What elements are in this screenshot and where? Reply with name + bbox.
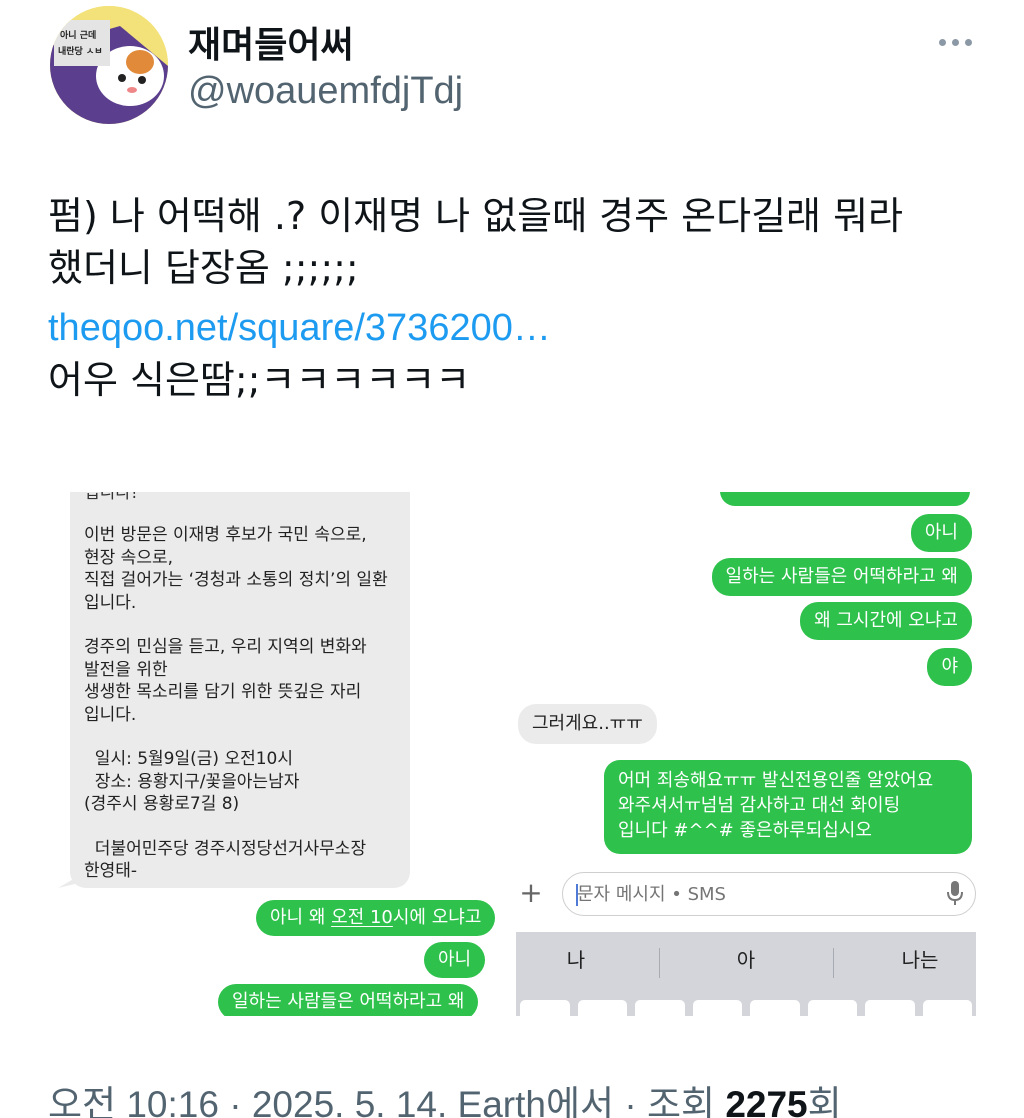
dot-icon [964,38,972,46]
announcement-blank [84,614,396,636]
keyboard-key[interactable] [577,1000,627,1016]
announcement-line: 경주의 민심을 듣고, 우리 지역의 변화와 [84,637,367,657]
cut-off-text: 입니다! [84,492,138,503]
keyboard-key[interactable] [635,1000,685,1016]
outgoing-message-bubble: 아니 왜 오전 10시에 오냐고 [256,900,496,936]
outgoing-message-bubble: 아니 [424,942,486,978]
cut-off-outgoing-bubble [720,492,970,506]
announcement-line: 입니다. [84,592,137,613]
outgoing-message-bubble: 일하는 사람들은 어떡하라고 왜 [711,558,972,596]
reply-line: 와주셔서ㅠ넘넘 감사하고 대선 화이팅 [618,795,901,816]
keyboard-key[interactable] [520,1000,570,1016]
display-name[interactable]: 재며들어써 [188,16,354,68]
add-attachment-button[interactable]: + [516,878,546,908]
keyboard-key-row [516,1000,976,1016]
keyboard[interactable]: 나 아 나는 [516,932,976,1016]
microphone-icon[interactable] [946,880,964,906]
sms-input[interactable] [562,872,976,916]
message-composer: + [516,870,976,920]
message-underlined-text: 오전 10 [331,907,393,928]
announcement-line: 현장 속으로, [84,547,174,568]
announcement-line: 일시: 5월9일(금) 오전10시 [84,749,293,769]
keyboard-suggestion[interactable]: 나는 [860,944,976,973]
announcement-line: 입니다. [84,704,137,725]
tweet-line-2: 했더니 답장옴 ;;;;;; [48,246,359,290]
reply-line: 입니다 #^^# 좋은하루되십시오 [618,820,872,841]
avatar[interactable]: 아니 근데 내란당 ㅅㅂ [50,6,168,124]
keyboard-key[interactable] [750,1000,800,1016]
dot-icon [938,38,946,46]
tweet-line-1: 펌) 나 어떡해 .? 이재명 나 없을때 경주 온다길래 뭐라 [48,194,903,238]
keyboard-key[interactable] [807,1000,857,1016]
announcement-blank [84,726,396,748]
tweet-text: 펌) 나 어떡해 .? 이재명 나 없을때 경주 온다길래 뭐라 했더니 답장옴… [48,190,988,406]
announcement-line: 이번 방문은 이재명 후보가 국민 속으로, [84,525,367,545]
announcement-line: 생생한 목소리를 담기 위한 뜻깊은 자리 [84,682,362,702]
announcement-line: (경주시 용황로7길 8) [84,794,240,814]
avatar-sign-line-1: 아니 근데 [60,29,96,41]
suggestion-divider [833,948,834,978]
tweet-line-after-link: 어우 식은땀;;ㅋㅋㅋㅋㅋㅋ [48,358,471,402]
announcement-blank [84,816,396,838]
outgoing-reply-bubble: 어머 죄송해요ㅠㅠ 발신전용인줄 알았어요 와주셔서ㅠ넘넘 감사하고 대선 화이… [604,760,972,854]
keyboard-key[interactable] [922,1000,972,1016]
keyboard-key[interactable] [692,1000,742,1016]
view-count: 2275 [725,1084,808,1118]
text-caret [576,884,578,906]
tweet-media[interactable]: 입니다! 이번 방문은 이재명 후보가 국민 속으로, 현장 속으로, 직접 걸… [50,462,976,1034]
incoming-message-bubble: 그러게요..ㅠㅠ [518,704,657,744]
reply-line: 어머 죄송해요ㅠㅠ 발신전용인줄 알았어요 [618,770,934,791]
user-handle[interactable]: @woauemfdjTdj [188,70,463,113]
announcement-line: 한영태- [84,861,138,881]
announcement-line: 발전을 위한 [84,659,168,680]
timestamp-and-source[interactable]: 오전 10:16 · 2025. 5. 14. Earth에서 · 조회 [48,1084,725,1118]
announcement-line: 장소: 용황지구/꽃을아는남자 [84,771,300,792]
message-text: 아니 왜 [270,907,332,928]
avatar-hamster-image: 아니 근데 내란당 ㅅㅂ [50,6,168,124]
dot-icon [951,38,959,46]
outgoing-message-bubble: 일하는 사람들은 어떡하라고 왜 [218,984,479,1016]
view-count-suffix: 회 [807,1084,842,1118]
suggestion-divider [659,948,660,978]
tweet-link[interactable]: theqoo.net/square/3736200… [48,302,988,354]
message-text: 시에 오냐고 [392,907,482,928]
outgoing-message-bubble: 야 [927,648,972,686]
left-message-screenshot[interactable]: 입니다! 이번 방문은 이재명 후보가 국민 속으로, 현장 속으로, 직접 걸… [50,492,510,1016]
keyboard-suggestion[interactable]: 나 [516,944,636,973]
announcement-line: 더불어민주당 경주시정당선거사무소장 [84,838,367,859]
outgoing-message-bubble: 아니 [910,514,972,552]
avatar-sign-line-2: 내란당 ㅅㅂ [58,45,103,57]
incoming-announcement-bubble: 입니다! 이번 방문은 이재명 후보가 국민 속으로, 현장 속으로, 직접 걸… [70,492,410,888]
keyboard-suggestion[interactable]: 아 [686,944,806,973]
keyboard-key[interactable] [865,1000,915,1016]
outgoing-message-bubble: 왜 그시간에 오냐고 [800,602,972,640]
announcement-line: 직접 걸어가는 ‘경청과 소통의 정치’의 일환 [84,570,388,590]
right-message-screenshot[interactable]: 아니 일하는 사람들은 어떡하라고 왜 왜 그시간에 오냐고 야 그러게요..ㅠ… [516,492,976,1016]
tweet-metadata: 오전 10:16 · 2025. 5. 14. Earth에서 · 조회 227… [48,1074,842,1118]
more-options-button[interactable] [934,26,976,58]
